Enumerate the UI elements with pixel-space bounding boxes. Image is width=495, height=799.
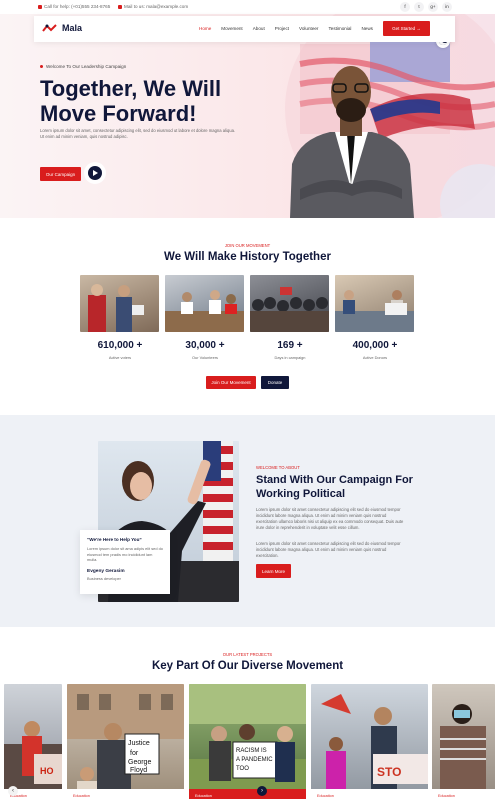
phone-icon — [38, 4, 42, 9]
project-card-2[interactable]: Justice for George Floyd — [67, 684, 184, 799]
quote-card: “We're Here to Help You” Lorem ipsum dol… — [80, 530, 170, 594]
project-card-3[interactable]: RACISM IS A PANDEMIC TOO — [189, 684, 306, 799]
svg-text:A PANDEMIC: A PANDEMIC — [236, 757, 273, 763]
join-movement-button[interactable]: Join Our Movement — [206, 376, 256, 389]
chevron-right-icon[interactable]: › — [257, 786, 267, 796]
play-video-icon[interactable] — [88, 166, 102, 180]
google-plus-icon[interactable]: g+ — [428, 2, 438, 12]
quote-role: Business developer — [87, 575, 121, 581]
chevron-left-icon[interactable]: ‹ — [8, 786, 18, 796]
stat-days-value: 169 + — [277, 340, 303, 351]
quote-author: Evgeny Gerasim — [87, 568, 125, 574]
about-title: Stand With Our Campaign For Working Poli… — [256, 474, 413, 500]
quote-text: Lorem ipsum dolor sit ama adipis elit se… — [87, 546, 163, 562]
brand-logo[interactable]: Mala — [42, 23, 82, 33]
movement-photo-4 — [335, 275, 414, 332]
stat-volunteers-label: Our Volunteers — [192, 355, 218, 360]
project-caption-2: Education — [67, 789, 184, 799]
hero-description: Lorem ipsum dolor sit amet, consectetur … — [40, 128, 236, 139]
top-bar: Call for help: (+01)555 234-8765 Mail to… — [0, 0, 495, 14]
svg-text:RACISM IS: RACISM IS — [236, 748, 267, 754]
learn-more-button[interactable]: Learn More — [256, 564, 291, 578]
nav-item-testimonial[interactable]: Testimonial — [328, 26, 351, 31]
email-contact[interactable]: Mail to us: mala@example.com — [118, 4, 188, 9]
projects-title: Key Part Of Our Diverse Movement — [151, 660, 344, 672]
nav-item-volunteer[interactable]: Volunteer — [299, 26, 318, 31]
hero-eyebrow: Welcome To Our Leadership Campaign — [40, 64, 126, 69]
dot-icon — [40, 65, 43, 68]
project-card-4[interactable]: STO — [311, 684, 428, 799]
svg-text:HO: HO — [40, 766, 54, 776]
svg-text:Justice: Justice — [128, 740, 150, 747]
stat-donors-value: 400,000 + — [352, 340, 398, 351]
movement-title: We Will Make History Together — [164, 251, 331, 263]
movement-photo-3 — [250, 275, 329, 332]
stat-donors-label: Active Donors — [362, 355, 388, 360]
about-section — [0, 415, 495, 627]
our-campaign-button[interactable]: Our Campaign — [40, 167, 81, 181]
project-caption-3: Education — [189, 789, 306, 799]
project-caption-4: Education — [311, 789, 428, 799]
movement-photo-2 — [165, 275, 244, 332]
projects-eyebrow: OUR LATEST PROJECTS — [222, 652, 273, 657]
movement-photo-1 — [80, 275, 159, 332]
about-paragraph-1: Lorem ipsum dolor sit amet consectetur a… — [256, 507, 404, 530]
hero-title: Together, We Will Move Forward! — [40, 76, 222, 126]
project-caption-5: Education — [432, 789, 495, 799]
nav-item-news[interactable]: News — [361, 26, 373, 31]
stat-volunteers-value: 30,000 + — [185, 340, 225, 351]
main-navbar: Mala Home Movement About Project Volunte… — [34, 16, 455, 42]
nav-item-home[interactable]: Home — [199, 26, 211, 31]
linkedin-icon[interactable]: in — [442, 2, 452, 12]
nav-menu: Home Movement About Project Volunteer Te… — [199, 26, 373, 31]
phone-contact[interactable]: Call for help: (+01)555 234-8765 — [38, 4, 110, 9]
nav-item-about[interactable]: About — [253, 26, 265, 31]
svg-text:STO: STO — [377, 765, 401, 779]
about-paragraph-2: Lorem ipsum dolor sit amet consectetur a… — [256, 541, 401, 558]
logo-icon — [42, 24, 57, 32]
svg-text:Floyd: Floyd — [130, 767, 147, 774]
donate-button[interactable]: Donate — [261, 376, 289, 389]
stat-voters-value: 610,000 + — [97, 340, 143, 351]
movement-eyebrow: JOIN OUR MOVEMENT — [224, 243, 271, 248]
mail-icon — [118, 4, 122, 9]
twitter-icon[interactable]: t — [414, 2, 424, 12]
svg-text:George: George — [128, 759, 151, 766]
svg-text:TOO: TOO — [236, 766, 249, 772]
nav-item-project[interactable]: Project — [275, 26, 289, 31]
nav-item-movement[interactable]: Movement — [221, 26, 242, 31]
quote-title: “We're Here to Help You” — [87, 537, 142, 542]
svg-text:for: for — [130, 750, 139, 757]
project-card-1[interactable]: HO — [4, 684, 62, 799]
get-started-button[interactable]: Get Started → — [383, 21, 430, 36]
stat-days-label: Days in campaign — [274, 355, 306, 360]
about-eyebrow: WELCOME TO ABOUT — [256, 465, 300, 470]
project-card-5[interactable] — [432, 684, 495, 799]
facebook-icon[interactable]: f — [400, 2, 410, 12]
stat-voters-label: Active voters — [108, 355, 132, 360]
